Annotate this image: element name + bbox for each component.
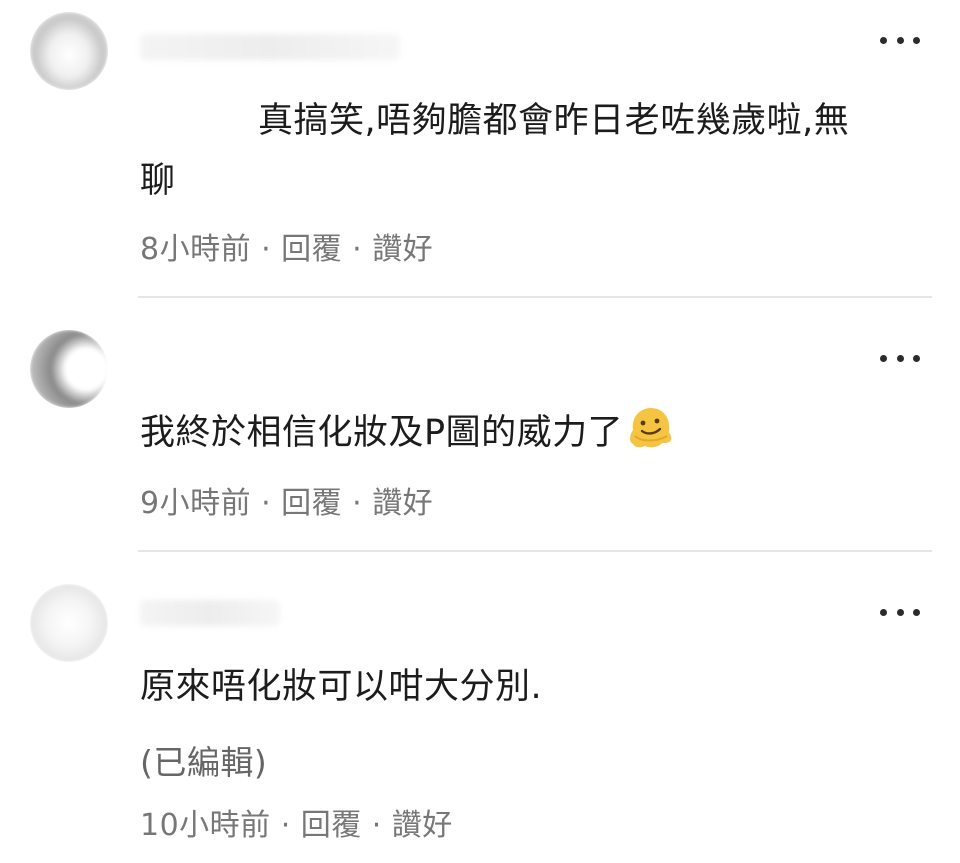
avatar[interactable] [30, 584, 108, 662]
comment-text-continued: 聊 [140, 161, 176, 201]
more-options-icon[interactable] [880, 352, 920, 364]
reply-link[interactable]: 回覆 [301, 808, 362, 843]
username-redacted [140, 600, 280, 626]
like-link[interactable]: 讚好 [372, 486, 433, 521]
comment-text: 真搞笑,唔夠膽都會昨日老咗幾歲啦,無 [258, 101, 850, 141]
like-link[interactable]: 讚好 [372, 232, 433, 267]
comment-text: 原來唔化妝可以咁大分別. [140, 667, 543, 707]
timestamp: 8小時前 [140, 232, 252, 267]
comment-meta: 9小時前 · 回覆 · 讚好 [140, 486, 434, 521]
timestamp: 9小時前 [140, 486, 252, 521]
reply-link[interactable]: 回覆 [281, 232, 342, 267]
reply-link[interactable]: 回覆 [281, 486, 342, 521]
like-link[interactable]: 讚好 [392, 808, 453, 843]
avatar[interactable] [30, 330, 108, 408]
more-options-icon[interactable] [880, 606, 920, 618]
timestamp: 10小時前 [140, 808, 271, 843]
divider [138, 296, 932, 298]
comment-text: 我終於相信化妝及P圖的威力了 [140, 402, 940, 464]
comment-meta: 8小時前 · 回覆 · 讚好 [140, 232, 434, 267]
comment-meta: 10小時前 · 回覆 · 讚好 [140, 808, 453, 843]
more-options-icon[interactable] [880, 34, 920, 46]
avatar[interactable] [30, 12, 108, 90]
username-redacted [140, 34, 400, 60]
edited-label: (已編輯) [140, 743, 268, 782]
melting-face-emoji [630, 408, 672, 448]
divider [138, 550, 932, 552]
